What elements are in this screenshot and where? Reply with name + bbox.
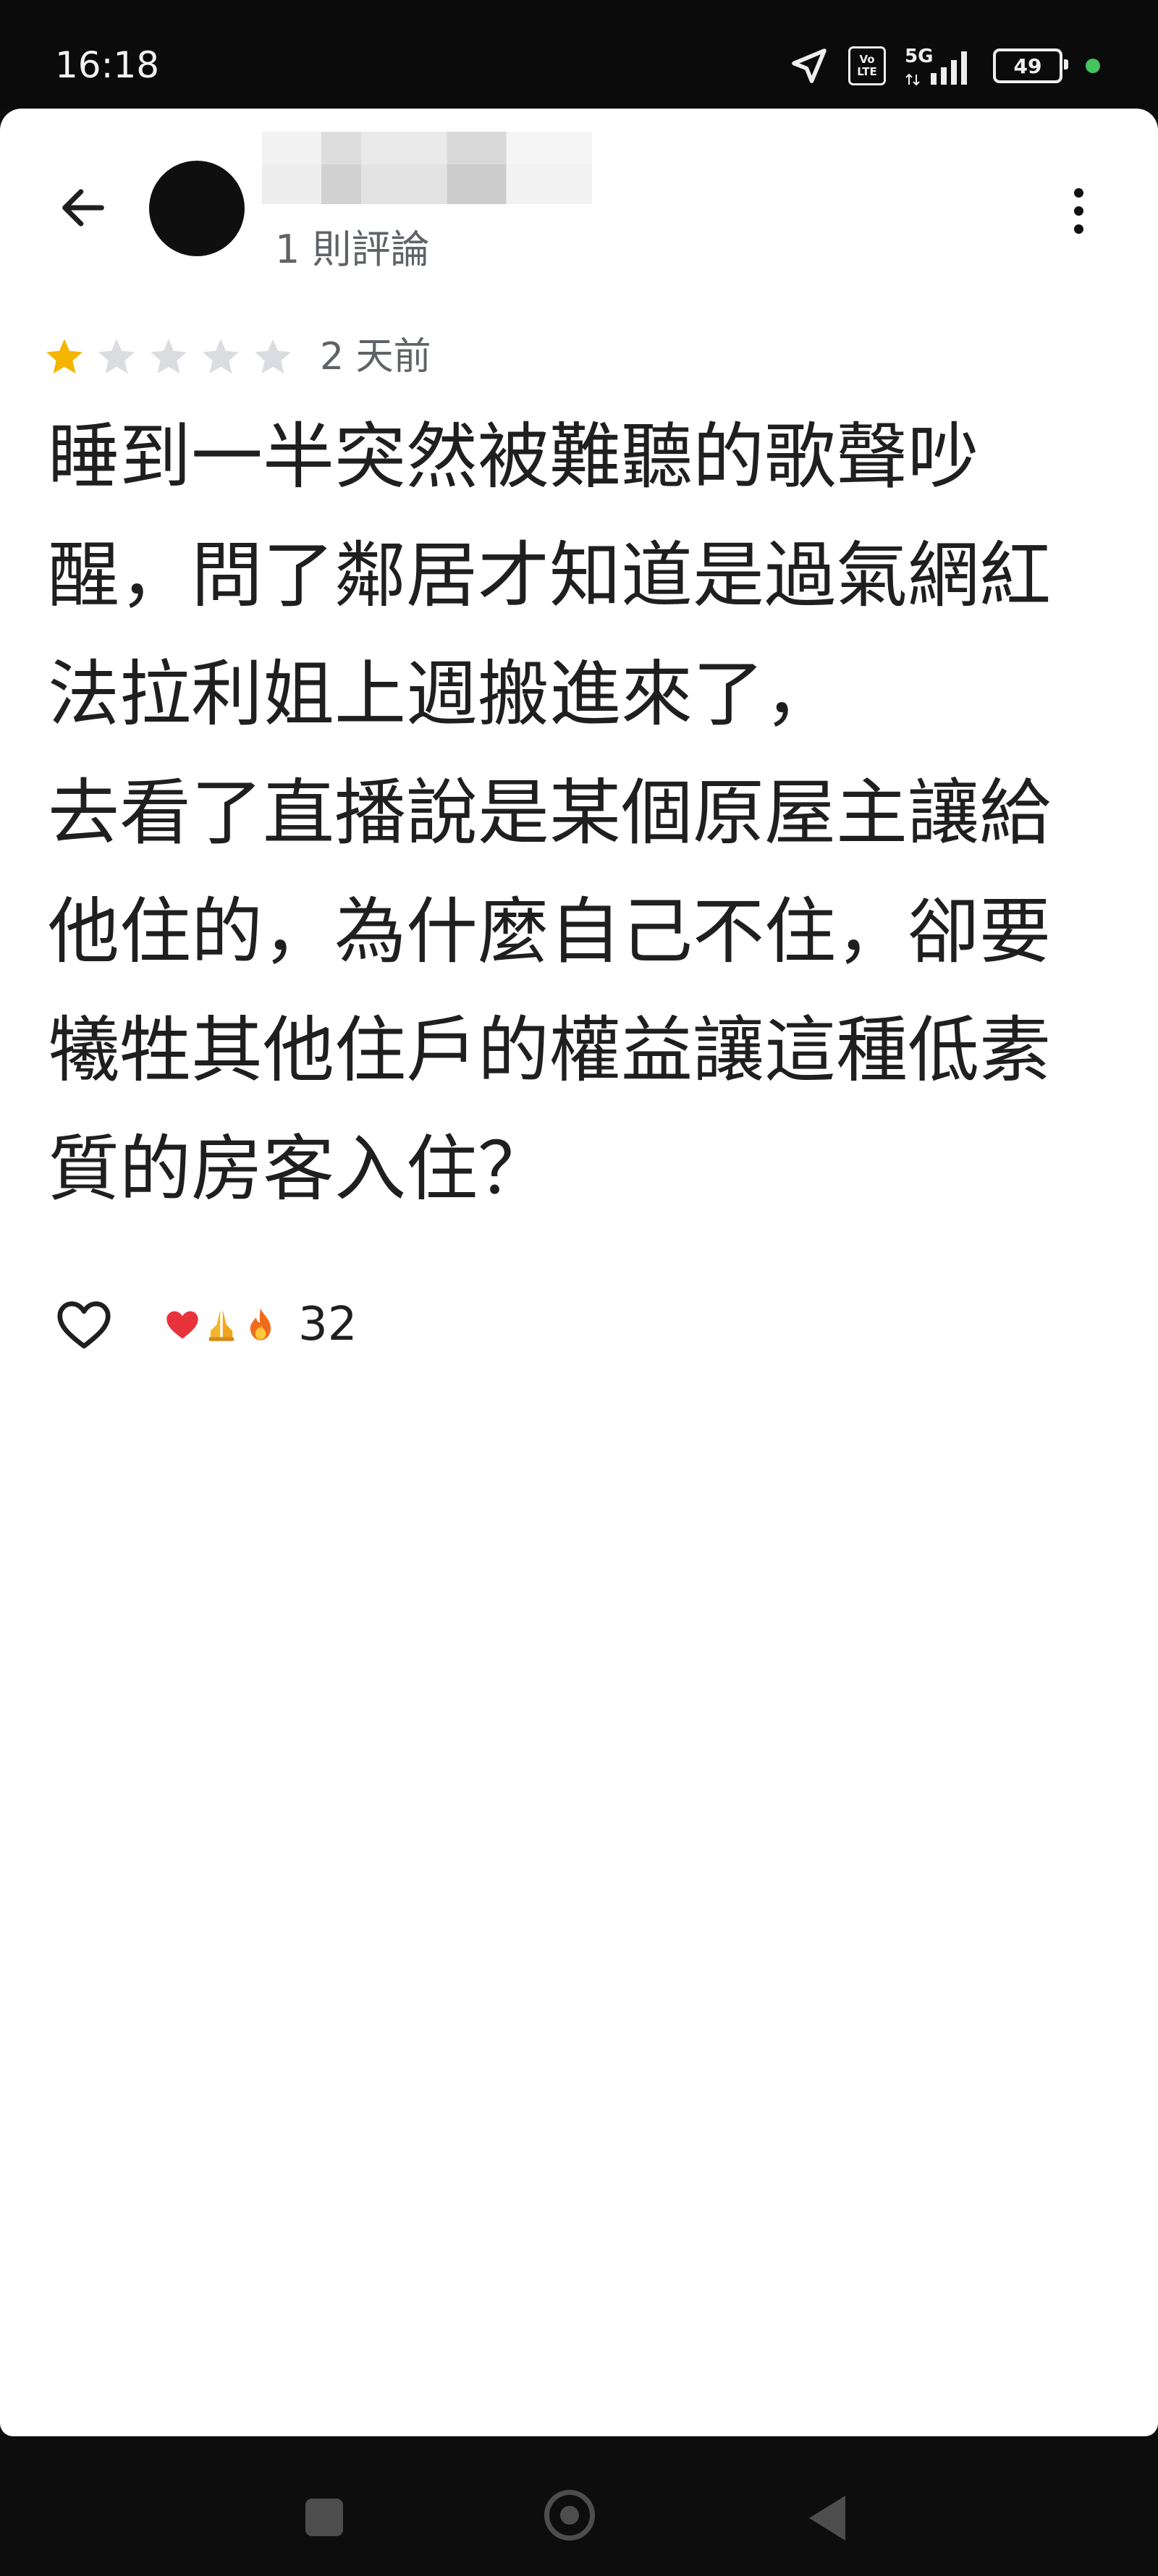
5g-signal-icon: 5G [905, 46, 974, 86]
reactions-row: 32 [48, 1288, 357, 1361]
reaction-summary[interactable]: 32 [164, 1299, 357, 1350]
reaction-emojis [164, 1306, 279, 1343]
arrow-left-icon [62, 189, 104, 227]
fire-icon [250, 1308, 271, 1340]
star-empty-icon [203, 339, 239, 373]
review-date: 2 天前 [320, 335, 431, 379]
status-icons: Vo LTE 5G 49 [789, 41, 1100, 91]
rating-row: 2 天前 [43, 324, 431, 389]
reaction-count: 32 [298, 1298, 358, 1351]
praying-hands-icon [208, 1309, 234, 1341]
back-button[interactable] [51, 175, 116, 240]
review-text-line: 去看了直播說是某個原屋主讓給 [48, 772, 1051, 855]
star-empty-icon [151, 339, 187, 373]
battery-level: 49 [1013, 54, 1042, 78]
review-text-line: 醒，問了鄰居才知道是過氣網紅 [48, 534, 1051, 617]
author-name-redacted [262, 132, 592, 204]
heart-outline-icon [57, 1301, 111, 1349]
author-review-count: 1 則評論 [275, 227, 430, 272]
review-text-line: 法拉利姐上週搬進來了， [48, 653, 836, 736]
volte-bottom: LTE [857, 65, 877, 78]
red-heart-icon [166, 1311, 198, 1339]
status-time: 16:18 [55, 44, 160, 86]
review-text-line: 他住的，為什麼自己不住，卻要 [48, 890, 1051, 974]
status-bar: 16:18 Vo LTE 5G 49 [0, 0, 1158, 109]
battery-icon: 49 [993, 48, 1068, 83]
home-button[interactable] [544, 2490, 595, 2541]
star-empty-icon [255, 339, 291, 373]
avatar[interactable] [149, 161, 245, 256]
star-empty-icon [98, 339, 135, 373]
review-card: 1 則評論 2 天前 睡到一半突然被難聽的歌聲吵 醒，問了鄰居才知道是過氣網紅 法拉… [0, 109, 1158, 2436]
recents-button[interactable] [305, 2499, 343, 2536]
nav-back-button[interactable] [809, 2496, 845, 2541]
review-text: 睡到一半突然被難聽的歌聲吵 醒，問了鄰居才知道是過氣網紅 法拉利姐上週搬進來了， 去看… [48, 398, 1133, 1229]
volte-icon: Vo LTE [848, 46, 886, 85]
more-options-button[interactable] [1057, 178, 1100, 243]
privacy-dot-icon [1086, 59, 1100, 73]
like-button[interactable] [48, 1288, 120, 1361]
star-filled-icon [46, 339, 83, 373]
more-vert-icon [1073, 187, 1083, 198]
navigation-bar [0, 2436, 1158, 2576]
review-text-line: 質的房客入住？ [48, 1128, 549, 1211]
review-text-line: 犧牲其他住戶的權益讓這種低素 [48, 1009, 1051, 1092]
location-arrow-icon [792, 48, 827, 83]
star-rating [43, 336, 294, 378]
review-text-line: 睡到一半突然被難聽的歌聲吵 [48, 415, 979, 499]
volte-top: Vo [859, 53, 875, 66]
